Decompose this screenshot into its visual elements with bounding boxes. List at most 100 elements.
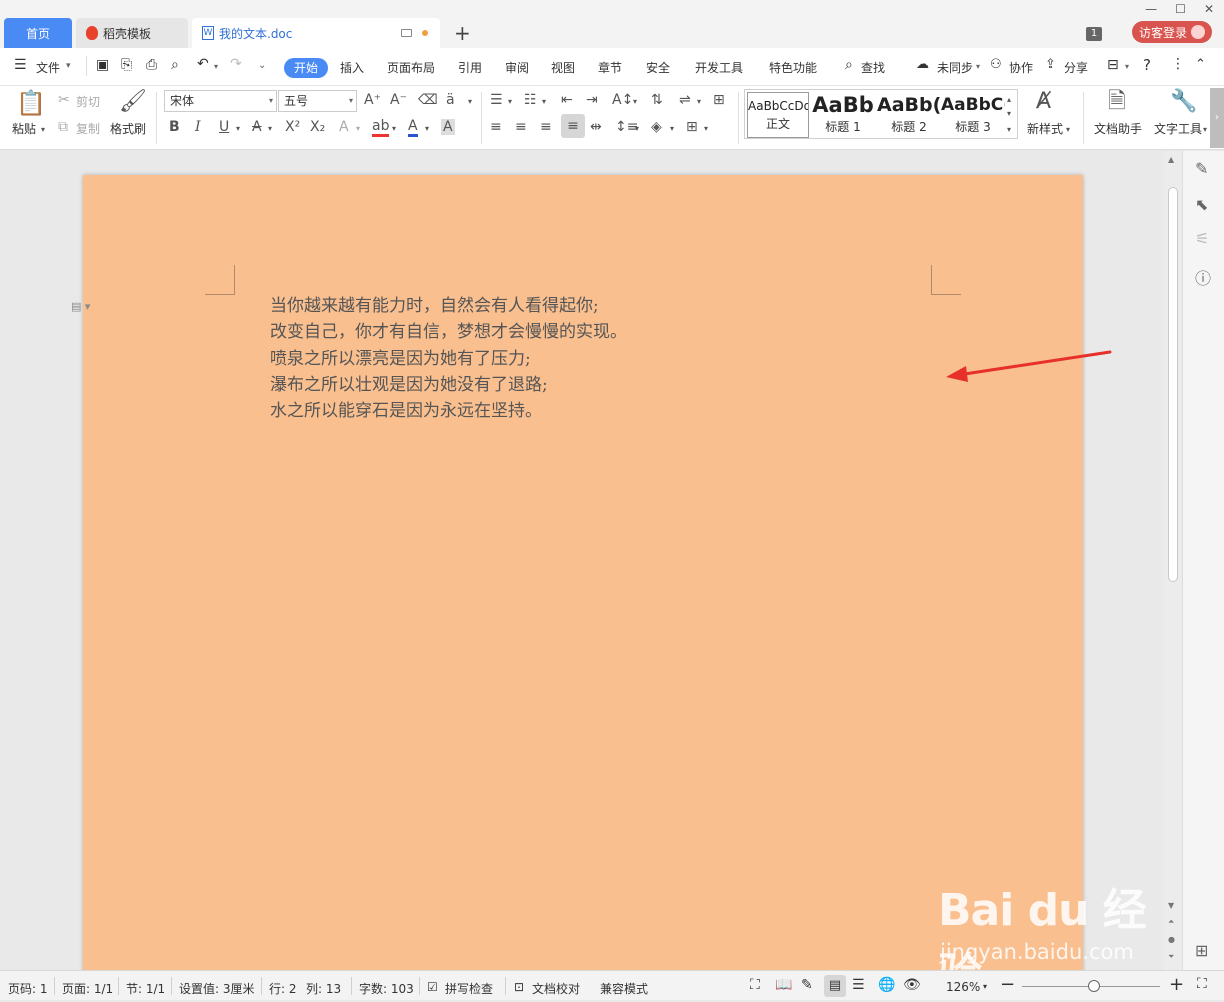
guest-login-button[interactable]: 访客登录 <box>1132 21 1212 43</box>
format-painter-button[interactable]: 格式刷 <box>110 120 146 137</box>
menu-sync[interactable]: 未同步 <box>937 59 973 76</box>
save-icon[interactable]: ▣ <box>96 57 109 73</box>
menu-share[interactable]: 分享 <box>1064 59 1088 76</box>
decrease-indent-icon[interactable]: ⇤ <box>561 92 573 108</box>
text-effect-dropdown-icon[interactable]: ▾ <box>356 121 360 137</box>
style-normal[interactable]: AaBbCcDd 正文 <box>747 92 809 138</box>
menu-references[interactable]: 引用 <box>458 59 482 76</box>
underline-dropdown-icon[interactable]: ▾ <box>236 121 240 137</box>
menu-security[interactable]: 安全 <box>646 59 670 76</box>
doc-assistant-icon[interactable]: 🗎 <box>1108 90 1126 114</box>
print-icon[interactable]: ⎙ <box>146 57 157 73</box>
numbered-list-icon[interactable]: ☷ <box>524 92 537 108</box>
style-heading-1[interactable]: AaBb 标题 1 <box>811 92 875 138</box>
new-tab-plus-icon[interactable]: + <box>454 22 471 44</box>
monitor-icon[interactable] <box>401 29 412 37</box>
zoom-dropdown-icon[interactable]: ▾ <box>983 982 987 991</box>
underline-icon[interactable]: U <box>219 119 229 135</box>
doc-proof-icon[interactable]: ⊡ <box>514 980 524 994</box>
align-left-icon[interactable]: ≡ <box>490 119 502 135</box>
web-view-icon[interactable]: 🌐 <box>878 977 895 993</box>
copy-icon[interactable]: ⧉ <box>58 119 68 135</box>
justify-icon[interactable]: ≡ <box>561 114 585 138</box>
toolbar-toggle-icon[interactable]: ⊟ <box>1107 57 1119 73</box>
clear-format-icon[interactable]: ⌫ <box>418 92 438 108</box>
new-style-button[interactable]: 新样式 <box>1027 120 1063 137</box>
scroll-down-icon[interactable]: ▼ <box>1168 901 1174 910</box>
cloud-icon[interactable]: ☁ <box>916 57 929 72</box>
font-color-icon[interactable]: A <box>408 118 418 137</box>
more-icon[interactable]: ⋮ <box>1171 56 1185 72</box>
bold-icon[interactable]: B <box>169 119 180 135</box>
document-line[interactable]: 水之所以能穿石是因为永远在坚持。 <box>270 398 627 424</box>
next-page-icon[interactable]: ⏷ <box>1168 952 1174 962</box>
maximize-icon[interactable]: ☐ <box>1175 2 1186 16</box>
sort-icon[interactable]: ⇅ <box>651 92 663 108</box>
cut-button[interactable]: 剪切 <box>76 93 100 110</box>
document-line[interactable]: 当你越来越有能力时，自然会有人看得起你; <box>270 293 627 319</box>
collapse-ribbon-icon[interactable]: ⌃ <box>1195 57 1206 72</box>
spell-check-icon[interactable]: ☑ <box>427 980 438 994</box>
subscript-icon[interactable]: X₂ <box>310 119 325 135</box>
paragraph-handle-icon[interactable]: ▤ ▾ <box>71 300 90 313</box>
document-page[interactable]: 当你越来越有能力时，自然会有人看得起你; 改变自己，你才有自信，梦想才会慢慢的实… <box>83 175 1083 970</box>
help-circle-icon[interactable]: ⓘ <box>1195 265 1211 289</box>
tab-template[interactable]: 稻壳模板 <box>76 18 188 48</box>
prev-page-icon[interactable]: ⏶ <box>1168 917 1174 927</box>
search-icon[interactable]: ⌕ <box>845 57 853 73</box>
status-doc-proof[interactable]: 文档校对 <box>532 980 580 997</box>
menu-review[interactable]: 审阅 <box>505 59 529 76</box>
char-shading-icon[interactable]: A <box>441 119 455 135</box>
superscript-icon[interactable]: X² <box>285 119 300 135</box>
close-icon[interactable]: ✕ <box>1204 2 1214 16</box>
menu-view[interactable]: 视图 <box>551 59 575 76</box>
zoom-out-icon[interactable]: − <box>1000 974 1015 995</box>
font-name-select[interactable]: 宋体 ▾ <box>164 90 277 112</box>
collab-icon[interactable]: ⚇ <box>990 57 1002 72</box>
style-scroll-down-icon[interactable]: ▾ <box>1007 106 1011 122</box>
zoom-level[interactable]: 126% <box>946 980 980 994</box>
document-workspace[interactable]: 当你越来越有能力时，自然会有人看得起你; 改变自己，你才有自信，梦想才会慢慢的实… <box>0 151 1182 970</box>
status-column[interactable]: 列: 13 <box>306 980 341 997</box>
minimize-icon[interactable]: — <box>1145 2 1157 16</box>
highlight-icon[interactable]: ab <box>372 118 390 137</box>
shading-dropdown-icon[interactable]: ▾ <box>670 121 674 137</box>
strikethrough-dropdown-icon[interactable]: ▾ <box>268 121 272 137</box>
menu-start[interactable]: 开始 <box>284 58 328 78</box>
toolbar-toggle-dropdown-icon[interactable]: ▾ <box>1125 62 1129 71</box>
menu-developer[interactable]: 开发工具 <box>695 59 743 76</box>
tab-home[interactable]: 首页 <box>4 18 72 48</box>
distribute-icon[interactable]: ⇹ <box>590 119 602 135</box>
style-expand-icon[interactable]: ▾ <box>1007 122 1011 138</box>
wrench-icon[interactable]: 🔧 <box>1170 90 1197 114</box>
edit-pen-icon[interactable]: ✎ <box>1195 159 1208 178</box>
undo-dropdown-icon[interactable]: ▾ <box>214 62 218 71</box>
line-spacing-dropdown-icon[interactable]: ▾ <box>635 121 639 137</box>
apps-grid-icon[interactable]: ⊞ <box>1195 941 1208 960</box>
export-icon[interactable]: ⎘ <box>121 57 132 73</box>
format-painter-icon[interactable]: 🖌 <box>119 90 147 114</box>
status-spell-check[interactable]: 拼写检查 <box>445 980 493 997</box>
number-dropdown-icon[interactable]: ▾ <box>542 94 546 110</box>
zoom-in-icon[interactable]: + <box>1169 974 1184 995</box>
vertical-scrollbar[interactable]: ▲ ▼ ⏶ ● ⏷ <box>1164 151 1182 970</box>
bullet-dropdown-icon[interactable]: ▾ <box>508 94 512 110</box>
paste-dropdown-icon[interactable]: ▾ <box>41 122 45 138</box>
status-section[interactable]: 节: 1/1 <box>126 980 165 997</box>
phonetic-guide-icon[interactable]: ä <box>446 92 455 108</box>
read-mode-icon[interactable]: 📖 <box>775 977 792 993</box>
menu-page-layout[interactable]: 页面布局 <box>387 59 435 76</box>
grow-font-icon[interactable]: A⁺ <box>364 92 381 108</box>
text-tools-button[interactable]: 文字工具 <box>1154 120 1202 137</box>
menu-chapter[interactable]: 章节 <box>598 59 622 76</box>
highlight-dropdown-icon[interactable]: ▾ <box>392 121 396 137</box>
paste-button[interactable]: 粘贴 <box>12 120 36 137</box>
cut-icon[interactable]: ✂ <box>58 92 70 108</box>
text-tools-dropdown-icon[interactable]: ▾ <box>1203 122 1207 138</box>
outline-view-icon[interactable]: ☰ <box>852 977 865 993</box>
paste-icon[interactable]: 📋 <box>16 90 46 116</box>
ribbon-scroll-right-icon[interactable]: › <box>1210 88 1224 148</box>
status-row[interactable]: 行: 2 <box>269 980 297 997</box>
menu-file[interactable]: 文件 <box>36 59 60 76</box>
borders-icon[interactable]: ⊞ <box>686 119 698 135</box>
